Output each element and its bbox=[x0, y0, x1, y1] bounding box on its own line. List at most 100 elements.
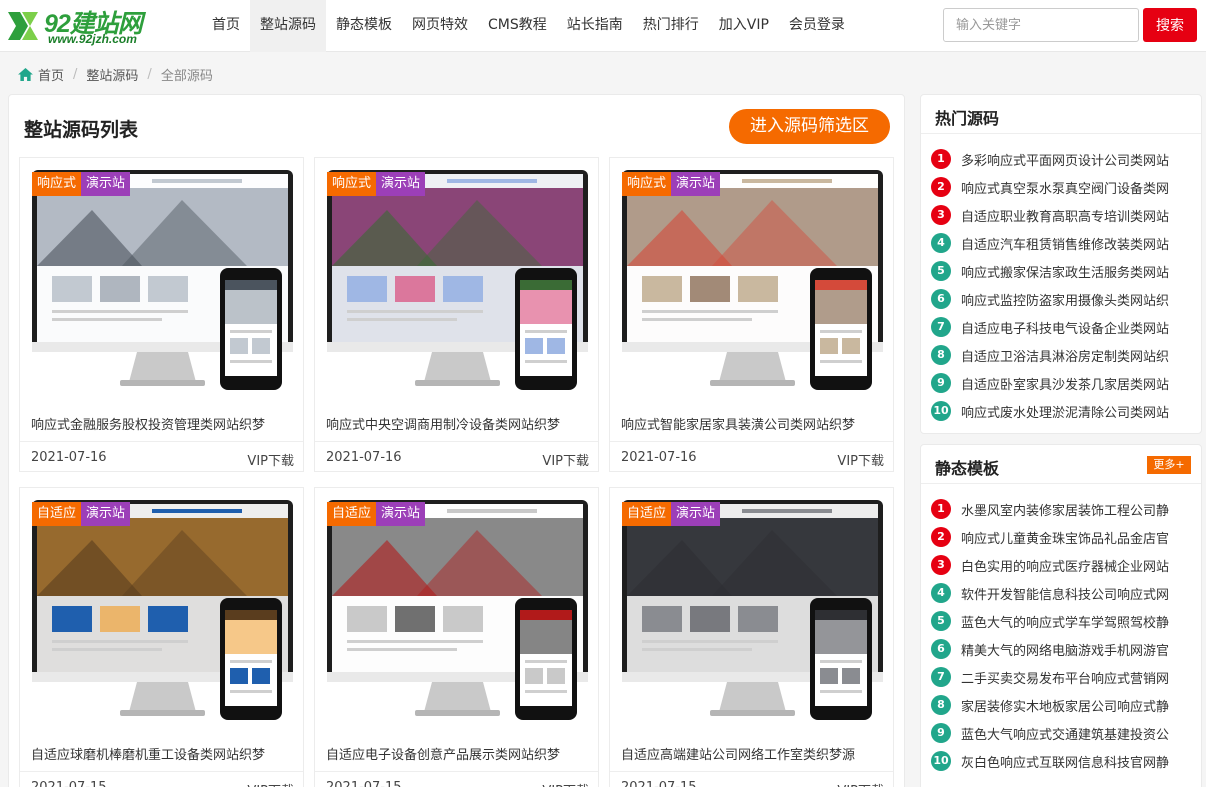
template-card[interactable]: 响应式 演示站 响应式智能家居家具装潢公司类网站织梦 2021-07-16 VI… bbox=[609, 157, 894, 472]
demo-badge[interactable]: 演示站 bbox=[376, 502, 426, 526]
divider bbox=[921, 483, 1201, 484]
list-item[interactable]: 2 响应式真空泵水泵真空阀门设备类网 bbox=[931, 173, 1193, 201]
vip-download-link[interactable]: VIP下载 bbox=[837, 780, 884, 787]
template-preview-image[interactable] bbox=[327, 500, 588, 720]
template-card[interactable]: 自适应 演示站 自适应球磨机棒磨机重工设备类网站织梦 2021-07-15 VI… bbox=[19, 487, 304, 787]
template-preview-image[interactable] bbox=[32, 500, 293, 720]
list-item-title[interactable]: 多彩响应式平面网页设计公司类网站 bbox=[961, 150, 1193, 169]
list-item[interactable]: 2 响应式儿童黄金珠宝饰品礼品金店官 bbox=[931, 523, 1193, 551]
card-title[interactable]: 响应式金融服务股权投资管理类网站织梦 bbox=[31, 414, 293, 433]
vip-download-link[interactable]: VIP下载 bbox=[837, 450, 884, 469]
list-item-title[interactable]: 蓝色大气的响应式学车学驾照驾校静 bbox=[961, 612, 1193, 631]
vip-download-link[interactable]: VIP下载 bbox=[247, 450, 294, 469]
list-item[interactable]: 10 灰白色响应式互联网信息科技官网静 bbox=[931, 747, 1193, 775]
list-item-title[interactable]: 自适应汽车租赁销售维修改装类网站 bbox=[961, 234, 1193, 253]
list-item-title[interactable]: 自适应电子科技电气设备企业类网站 bbox=[961, 318, 1193, 337]
list-item[interactable]: 4 自适应汽车租赁销售维修改装类网站 bbox=[931, 229, 1193, 257]
vip-download-link[interactable]: VIP下载 bbox=[542, 450, 589, 469]
rank-number: 10 bbox=[931, 751, 951, 771]
list-item-title[interactable]: 自适应卫浴洁具淋浴房定制类网站织 bbox=[961, 346, 1193, 365]
filter-area-button[interactable]: 进入源码筛选区 bbox=[729, 109, 890, 144]
breadcrumb-home[interactable]: 首页 bbox=[38, 65, 64, 84]
list-item-title[interactable]: 自适应职业教育高职高专培训类网站 bbox=[961, 206, 1193, 225]
nav-item-guide[interactable]: 站长指南 bbox=[557, 0, 633, 52]
site-logo[interactable]: 92建站网 www.92jzh.com bbox=[4, 4, 174, 48]
list-item-title[interactable]: 蓝色大气响应式交通建筑基建投资公 bbox=[961, 724, 1193, 743]
template-card[interactable]: 自适应 演示站 自适应电子设备创意产品展示类网站织梦 2021-07-15 VI… bbox=[314, 487, 599, 787]
template-card[interactable]: 响应式 演示站 响应式中央空调商用制冷设备类网站织梦 2021-07-16 VI… bbox=[314, 157, 599, 472]
nav-item-home[interactable]: 首页 bbox=[202, 0, 250, 52]
template-preview-image[interactable] bbox=[622, 500, 883, 720]
list-item[interactable]: 8 家居装修实木地板家居公司响应式静 bbox=[931, 691, 1193, 719]
list-item-title[interactable]: 响应式搬家保洁家政生活服务类网站 bbox=[961, 262, 1193, 281]
vip-download-link[interactable]: VIP下载 bbox=[542, 780, 589, 787]
more-button[interactable]: 更多+ bbox=[1147, 456, 1191, 474]
list-item-title[interactable]: 响应式儿童黄金珠宝饰品礼品金店官 bbox=[961, 528, 1193, 547]
list-item-title[interactable]: 精美大气的网络电脑游戏手机网游官 bbox=[961, 640, 1193, 659]
list-item[interactable]: 3 自适应职业教育高职高专培训类网站 bbox=[931, 201, 1193, 229]
demo-badge[interactable]: 演示站 bbox=[671, 502, 721, 526]
list-item[interactable]: 7 二手买卖交易发布平台响应式营销网 bbox=[931, 663, 1193, 691]
template-preview-image[interactable] bbox=[327, 170, 588, 390]
list-item-title[interactable]: 响应式监控防盗家用摄像头类网站织 bbox=[961, 290, 1193, 309]
nav-item-effects[interactable]: 网页特效 bbox=[402, 0, 478, 52]
rank-number: 9 bbox=[931, 373, 951, 393]
list-item[interactable]: 10 响应式废水处理淤泥清除公司类网站 bbox=[931, 397, 1193, 425]
list-item-title[interactable]: 响应式真空泵水泵真空阀门设备类网 bbox=[961, 178, 1193, 197]
template-preview-image[interactable] bbox=[622, 170, 883, 390]
vip-download-link[interactable]: VIP下载 bbox=[247, 780, 294, 787]
template-card[interactable]: 自适应 演示站 自适应高端建站公司网络工作室类织梦源 2021-07-15 VI… bbox=[609, 487, 894, 787]
list-item-title[interactable]: 二手买卖交易发布平台响应式营销网 bbox=[961, 668, 1193, 687]
list-item[interactable]: 6 响应式监控防盗家用摄像头类网站织 bbox=[931, 285, 1193, 313]
card-title[interactable]: 自适应高端建站公司网络工作室类织梦源 bbox=[621, 744, 883, 763]
card-title[interactable]: 自适应电子设备创意产品展示类网站织梦 bbox=[326, 744, 588, 763]
list-item[interactable]: 1 多彩响应式平面网页设计公司类网站 bbox=[931, 145, 1193, 173]
nav-item-source[interactable]: 整站源码 bbox=[250, 0, 326, 52]
static-template-list: 1 水墨风室内装修家居装饰工程公司静 2 响应式儿童黄金珠宝饰品礼品金店官 3 … bbox=[931, 495, 1193, 775]
list-item[interactable]: 9 自适应卧室家具沙发茶几家居类网站 bbox=[931, 369, 1193, 397]
rank-number: 4 bbox=[931, 583, 951, 603]
card-title[interactable]: 响应式中央空调商用制冷设备类网站织梦 bbox=[326, 414, 588, 433]
template-card[interactable]: 响应式 演示站 响应式金融服务股权投资管理类网站织梦 2021-07-16 VI… bbox=[19, 157, 304, 472]
hot-source-list: 1 多彩响应式平面网页设计公司类网站 2 响应式真空泵水泵真空阀门设备类网 3 … bbox=[931, 145, 1193, 425]
rank-number: 5 bbox=[931, 261, 951, 281]
list-item-title[interactable]: 响应式废水处理淤泥清除公司类网站 bbox=[961, 402, 1193, 421]
demo-badge[interactable]: 演示站 bbox=[376, 172, 426, 196]
nav-item-login[interactable]: 会员登录 bbox=[779, 0, 855, 52]
list-item[interactable]: 9 蓝色大气响应式交通建筑基建投资公 bbox=[931, 719, 1193, 747]
list-item[interactable]: 6 精美大气的网络电脑游戏手机网游官 bbox=[931, 635, 1193, 663]
nav-item-vip[interactable]: 加入VIP bbox=[709, 0, 779, 52]
demo-badge[interactable]: 演示站 bbox=[81, 502, 131, 526]
list-item[interactable]: 5 响应式搬家保洁家政生活服务类网站 bbox=[931, 257, 1193, 285]
list-item-title[interactable]: 软件开发智能信息科技公司响应式网 bbox=[961, 584, 1193, 603]
card-badges: 响应式 演示站 bbox=[622, 172, 721, 196]
list-item[interactable]: 3 白色实用的响应式医疗器械企业网站 bbox=[931, 551, 1193, 579]
search-input[interactable] bbox=[943, 8, 1139, 42]
list-item[interactable]: 5 蓝色大气的响应式学车学驾照驾校静 bbox=[931, 607, 1193, 635]
rank-number: 7 bbox=[931, 317, 951, 337]
list-item[interactable]: 4 软件开发智能信息科技公司响应式网 bbox=[931, 579, 1193, 607]
rank-number: 8 bbox=[931, 345, 951, 365]
nav-item-cms[interactable]: CMS教程 bbox=[478, 0, 557, 52]
list-item-title[interactable]: 家居装修实木地板家居公司响应式静 bbox=[961, 696, 1193, 715]
list-item-title[interactable]: 白色实用的响应式医疗器械企业网站 bbox=[961, 556, 1193, 575]
list-item[interactable]: 1 水墨风室内装修家居装饰工程公司静 bbox=[931, 495, 1193, 523]
breadcrumb-section[interactable]: 整站源码 bbox=[86, 65, 138, 84]
hot-source-panel: 热门源码 1 多彩响应式平面网页设计公司类网站 2 响应式真空泵水泵真空阀门设备… bbox=[920, 94, 1202, 434]
card-title[interactable]: 自适应球磨机棒磨机重工设备类网站织梦 bbox=[31, 744, 293, 763]
nav-item-static[interactable]: 静态模板 bbox=[326, 0, 402, 52]
list-item[interactable]: 7 自适应电子科技电气设备企业类网站 bbox=[931, 313, 1193, 341]
list-item-title[interactable]: 灰白色响应式互联网信息科技官网静 bbox=[961, 752, 1193, 771]
list-item-title[interactable]: 自适应卧室家具沙发茶几家居类网站 bbox=[961, 374, 1193, 393]
search-button[interactable]: 搜索 bbox=[1143, 8, 1197, 42]
card-badges: 自适应 演示站 bbox=[327, 502, 426, 526]
divider bbox=[921, 133, 1201, 134]
template-preview-image[interactable] bbox=[32, 170, 293, 390]
demo-badge[interactable]: 演示站 bbox=[81, 172, 131, 196]
static-template-panel: 静态模板 更多+ 1 水墨风室内装修家居装饰工程公司静 2 响应式儿童黄金珠宝饰… bbox=[920, 444, 1202, 787]
list-item[interactable]: 8 自适应卫浴洁具淋浴房定制类网站织 bbox=[931, 341, 1193, 369]
list-item-title[interactable]: 水墨风室内装修家居装饰工程公司静 bbox=[961, 500, 1193, 519]
card-title[interactable]: 响应式智能家居家具装潢公司类网站织梦 bbox=[621, 414, 883, 433]
nav-item-ranking[interactable]: 热门排行 bbox=[633, 0, 709, 52]
demo-badge[interactable]: 演示站 bbox=[671, 172, 721, 196]
